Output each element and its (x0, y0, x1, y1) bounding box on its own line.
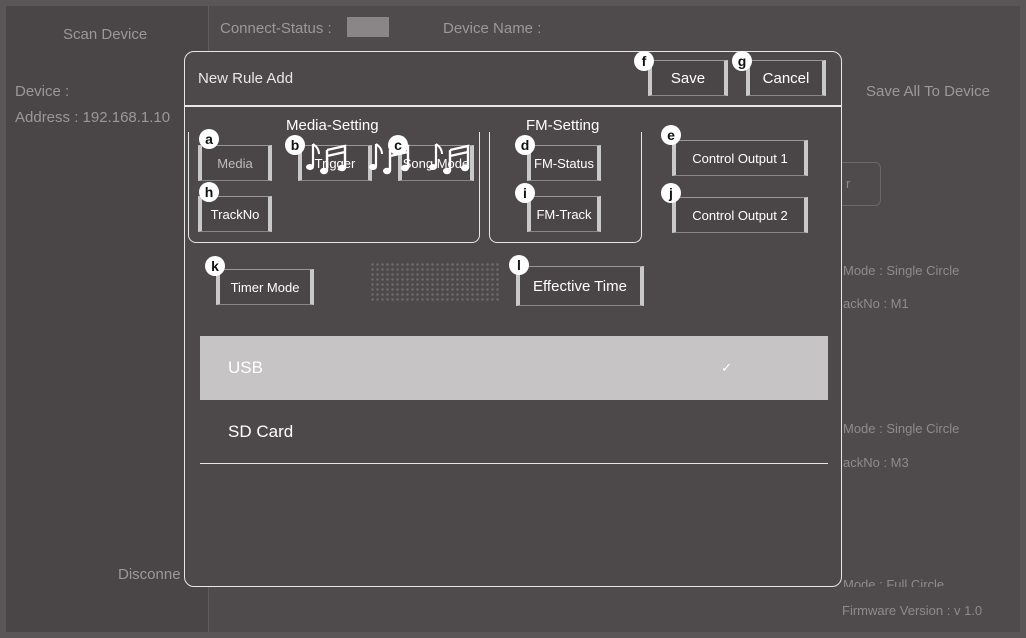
timer-mode-button[interactable]: Timer Mode (216, 269, 314, 305)
marker-k: k (205, 256, 225, 276)
marker-b: b (285, 135, 305, 155)
device-label: Device : (15, 83, 70, 100)
connect-status-label: Connect-Status : (220, 20, 332, 37)
media-option-label: SD Card (228, 421, 294, 441)
disconnect-button[interactable]: Disconne (118, 566, 181, 583)
media-setting-title: Media-Setting (286, 117, 379, 134)
rule3-mode: Mode : Full Circle (843, 577, 945, 587)
control-output-1-button[interactable]: Control Output 1 (672, 140, 808, 176)
fm-setting-title: FM-Setting (526, 117, 600, 134)
fm-track-button[interactable]: FM-Track (527, 196, 601, 232)
media-option-sd-card[interactable]: SD Card (200, 400, 828, 464)
field-fragment: r (846, 176, 851, 191)
marker-e: e (661, 125, 681, 145)
marker-a: a (199, 129, 219, 149)
media-button[interactable]: Media (198, 145, 272, 181)
save-all-button[interactable]: Save All To Device (866, 83, 990, 100)
control-output-1-label: Control Output 1 (692, 150, 788, 166)
marker-c: c (388, 135, 408, 155)
background-field (836, 162, 881, 206)
marker-g: g (732, 51, 752, 71)
cancel-label: Cancel (762, 69, 810, 87)
scan-device-button[interactable]: Scan Device (63, 26, 147, 43)
device-name-label: Device Name : (443, 20, 542, 37)
marker-f: f (634, 51, 654, 71)
rule1-mode: Mode : Single Circle (843, 263, 960, 278)
marker-i: i (515, 183, 535, 203)
marker-j: j (661, 183, 681, 203)
save-label: Save (670, 69, 706, 87)
check-icon: ✓ (721, 360, 732, 375)
fm-track-label: FM-Track (536, 206, 592, 222)
timer-mode-label: Timer Mode (230, 279, 300, 295)
media-option-label: USB (228, 358, 263, 377)
trackno-label: TrackNo (210, 206, 260, 222)
rule2-mode: Mode : Single Circle (843, 421, 960, 436)
fm-status-label: FM-Status (534, 155, 594, 171)
address-label: Address : 192.168.1.10 (15, 109, 171, 126)
title-divider (185, 105, 841, 107)
marker-l: l (509, 255, 529, 275)
fm-status-button[interactable]: FM-Status (527, 145, 601, 181)
music-note-icon (429, 143, 470, 175)
control-output-2-button[interactable]: Control Output 2 (672, 197, 808, 233)
firmware-version: Firmware Version : v 1.0 (842, 603, 983, 618)
media-label: Media (217, 155, 253, 171)
rule1-track: ackNo : M1 (843, 296, 909, 311)
effective-time-label: Effective Time (533, 277, 627, 295)
rule2-track: ackNo : M3 (843, 455, 909, 470)
marker-d: d (515, 135, 535, 155)
dialog-title: New Rule Add (198, 70, 294, 87)
connect-status-indicator (347, 17, 389, 37)
background-noise (370, 262, 500, 302)
media-option-usb[interactable]: USB ✓ (200, 336, 828, 400)
music-note-icon (306, 143, 347, 175)
cancel-button[interactable]: Cancel (746, 60, 826, 96)
control-output-2-label: Control Output 2 (692, 207, 788, 223)
marker-h: h (199, 182, 219, 202)
save-button[interactable]: Save (648, 60, 728, 96)
effective-time-button[interactable]: Effective Time (516, 266, 644, 306)
